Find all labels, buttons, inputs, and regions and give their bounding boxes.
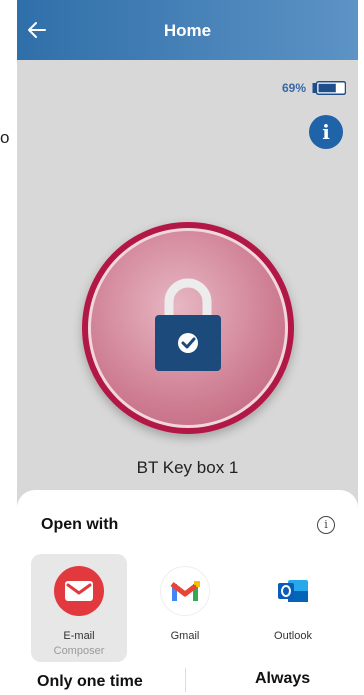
app-option-gmail[interactable]: Gmail [137,554,233,662]
app-label: Gmail [170,630,200,642]
button-divider [185,668,186,692]
app-sublabel: Composer [53,645,105,657]
page-title: Home [163,21,212,40]
battery-icon [312,81,346,95]
padlock-check-icon [155,278,221,371]
app-header: Home [17,0,358,60]
app-label: E-mail [63,630,95,642]
phone-screen: Home 69% i BT Key box 1 Open with i E-ma… [17,0,358,695]
sheet-title: Open with [41,516,119,533]
outlook-icon [268,566,318,616]
info-icon: i [322,120,330,144]
edge-text-fragment: o [0,128,10,147]
gmail-icon [160,566,210,616]
envelope-icon [54,566,104,616]
app-option-outlook[interactable]: Outlook [245,554,341,662]
right-background-strip [358,0,364,695]
only-one-time-button[interactable]: Only one time [37,673,143,691]
info-button[interactable]: i [309,115,343,149]
app-option-email[interactable]: E-mail Composer [31,554,127,662]
info-circle-icon[interactable]: i [317,516,335,534]
battery-percent: 69% [281,81,306,95]
left-background-strip: o [0,0,17,695]
always-button[interactable]: Always [255,670,310,688]
device-name: BT Key box 1 [136,458,239,477]
lock-button[interactable] [82,222,294,434]
open-with-sheet: Open with i E-mail Composer Gmail Outloo… [17,490,358,695]
battery-status: 69% [282,80,346,96]
app-label: Outlook [274,630,312,642]
